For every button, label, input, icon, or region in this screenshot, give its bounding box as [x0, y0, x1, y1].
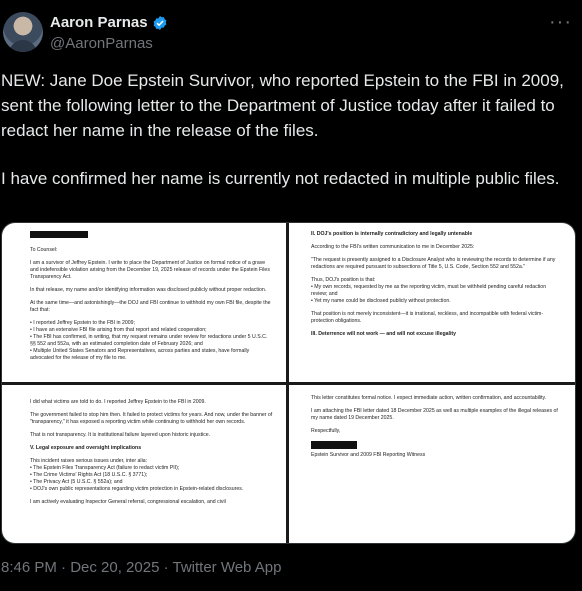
letter-text: • The Privacy Act (5 U.S.C. § 552a); and: [30, 479, 123, 485]
letter-text: • Yet my name could be disclosed publicl…: [311, 298, 451, 304]
tweet-paragraph-2: I have confirmed her name is currently n…: [1, 169, 560, 188]
letter-heading: V. Legal exposure and oversight implicat…: [30, 445, 142, 451]
signature-redaction: [311, 441, 563, 452]
avatar[interactable]: [3, 12, 43, 52]
redaction-bar: [30, 231, 88, 238]
author-handle[interactable]: @AaronParnas: [50, 35, 153, 52]
letter-heading: III. Deterrence will not work — and will…: [311, 331, 456, 337]
verified-badge-icon: [153, 16, 167, 30]
letter-text: • Multiple United States Senators and Re…: [30, 348, 250, 361]
letter-text: I am a survivor of Jeffrey Epstein. I wr…: [30, 260, 270, 280]
letter-text: Thus, DOJ's position is that:: [311, 277, 376, 283]
letter-text: I did what victims are told to do. I rep…: [30, 399, 206, 405]
verified-badge-shape: [153, 16, 167, 30]
letter-page-3: I did what victims are told to do. I rep…: [2, 385, 286, 543]
letter-heading: II. DOJ's position is internally contrad…: [311, 231, 473, 237]
tweet-paragraph-1: NEW: Jane Doe Epstein Survivor, who repo…: [1, 71, 564, 140]
letter-text: Epstein Survivor and 2009 FBI Reporting …: [311, 452, 426, 458]
letter-text: Respectfully,: [311, 428, 341, 434]
letter-text: • My own records, requested by me as the…: [311, 284, 547, 297]
letter-text: That position is not merely inconsistent…: [311, 311, 544, 324]
tweet-text: NEW: Jane Doe Epstein Survivor, who repo…: [1, 68, 576, 214]
more-icon[interactable]: ···: [549, 12, 572, 32]
avatar-figure: [9, 40, 37, 52]
letter-text: This incident raises serious issues unde…: [30, 458, 148, 464]
letter-page-1: To Counsel: I am a survivor of Jeffrey E…: [2, 223, 286, 382]
letter-text: I am actively evaluating Inspector Gener…: [30, 499, 226, 505]
letter-text: • The Epstein Files Transparency Act (fa…: [30, 465, 180, 471]
letter-text: • The FBI has confirmed, in writing, tha…: [30, 334, 268, 347]
letter-text: The government failed to stop him then. …: [30, 412, 273, 425]
letter-text: • I have an extensive FBI file arising f…: [30, 327, 207, 333]
author-name[interactable]: Aaron Parnas: [50, 14, 148, 31]
letter-text: • The Crime Victims' Rights Act (18 U.S.…: [30, 472, 148, 478]
letter-text: That is not transparency. It is institut…: [30, 432, 211, 438]
letter-text: [30, 231, 274, 241]
letter-text: To Counsel:: [30, 247, 58, 253]
redaction-bar: [311, 441, 357, 449]
tweet-header: Aaron Parnas @AaronParnas ···: [0, 0, 582, 60]
attached-letter-image[interactable]: To Counsel: I am a survivor of Jeffrey E…: [1, 222, 576, 544]
letter-text: This letter constitutes formal notice. I…: [311, 395, 547, 401]
letter-text: "The request is presently assigned to a …: [311, 257, 556, 270]
letter-page-4: This letter constitutes formal notice. I…: [289, 385, 575, 543]
letter-text: At the same time—and astonishingly—the D…: [30, 300, 271, 313]
letter-text: • I reported Jeffrey Epstein to the FBI …: [30, 320, 135, 326]
letter-text: According to the FBI's written communica…: [311, 244, 475, 250]
letter-text: • DOJ's own public representations regar…: [30, 486, 244, 492]
tweet-timestamp[interactable]: 8:46 PM · Dec 20, 2025 · Twitter Web App: [1, 559, 281, 576]
letter-text: I am attaching the FBI letter dated 18 D…: [311, 408, 558, 421]
letter-text: In that release, my name and/or identify…: [30, 287, 267, 293]
letter-page-2: II. DOJ's position is internally contrad…: [289, 223, 575, 382]
